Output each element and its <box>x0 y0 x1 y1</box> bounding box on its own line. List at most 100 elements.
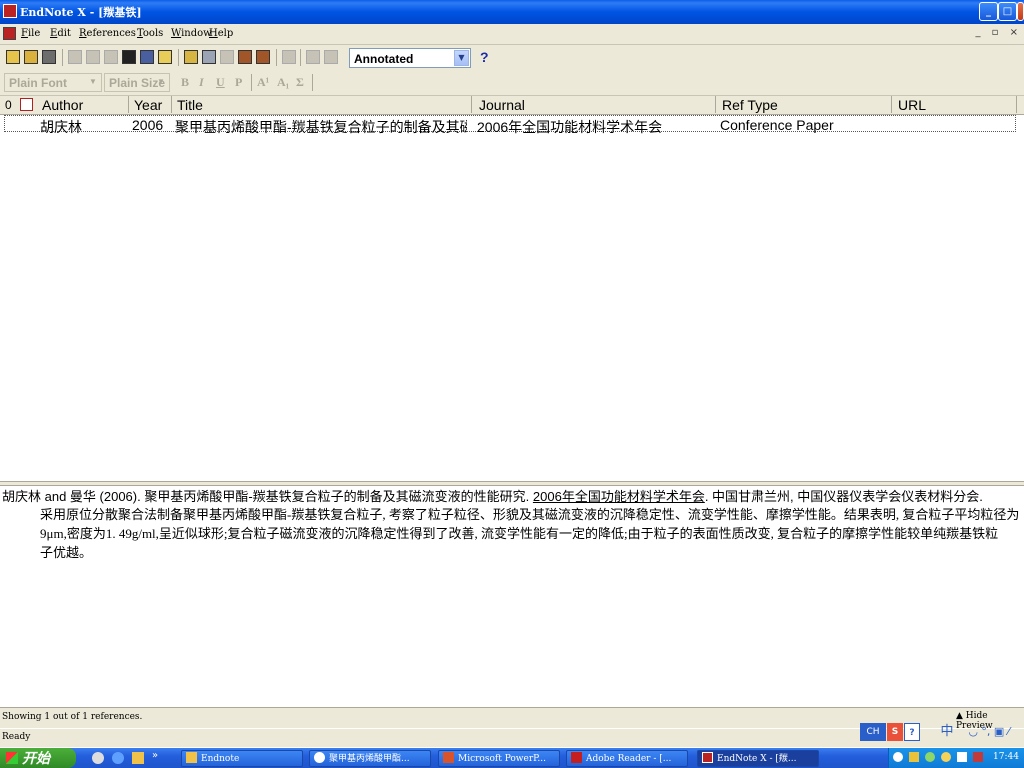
abstract-line-2: 9μm,密度为1. 49g/ml,呈近似球形;复合粒子磁流变液的沉降稳定性得到了… <box>40 526 999 541</box>
toolbar-separator <box>178 49 179 66</box>
endnote-app-icon[interactable] <box>3 4 17 18</box>
size-select[interactable]: Plain Size ▼ <box>104 73 170 92</box>
taskbar-item-powerpoint[interactable]: Microsoft PowerP... <box>438 750 560 767</box>
maximize-button[interactable]: □ <box>998 2 1017 21</box>
column-title[interactable]: Title <box>177 97 203 113</box>
toolbar-separator <box>300 49 301 66</box>
windows-logo-icon <box>6 752 18 764</box>
ime-toolbar[interactable]: CH S ? 中 ◡ °, ▣ ⁄ <box>860 720 1024 746</box>
word-insert-icon[interactable] <box>184 50 198 64</box>
find-icon[interactable] <box>122 50 136 64</box>
quicklaunch-desktop-icon[interactable] <box>92 752 104 764</box>
tray-network-icon[interactable] <box>909 752 919 762</box>
export-icon[interactable] <box>256 50 270 64</box>
status-ready-text: Ready <box>2 732 31 742</box>
start-button[interactable]: 开始 <box>0 748 76 768</box>
help-button[interactable]: ? <box>480 49 489 65</box>
connect-icon[interactable] <box>220 50 234 64</box>
menu-window[interactable]: Window <box>171 28 212 39</box>
paperclip-column-header[interactable]: 0 <box>5 98 12 112</box>
preview-citation[interactable]: 胡庆林 and 曼华 (2006). 聚甲基丙烯酸甲酯-羰基铁复合粒子的制备及其… <box>2 486 1022 505</box>
toolbar-separator <box>251 74 252 91</box>
menu-references[interactable]: References <box>79 28 136 39</box>
reference-list-header: 0 Author Year Title Journal Ref Type URL <box>0 96 1024 115</box>
column-divider[interactable] <box>471 96 472 113</box>
column-url[interactable]: URL <box>898 97 926 113</box>
cell-title[interactable]: 聚甲基丙烯酸甲酯-羰基铁复合粒子的制备及其磁... <box>175 117 467 137</box>
cell-author[interactable]: 胡庆林 <box>40 117 126 137</box>
print-icon[interactable] <box>42 50 56 64</box>
ime-logo-icon[interactable]: S <box>887 723 903 741</box>
font-select[interactable]: Plain Font ▼ <box>4 73 102 92</box>
column-author[interactable]: Author <box>42 97 83 113</box>
sort-icon[interactable] <box>140 50 154 64</box>
taskbar-item-endnote[interactable]: EndNote X - [羰... <box>697 750 819 767</box>
column-divider[interactable] <box>715 96 716 113</box>
tray-volume-icon[interactable] <box>957 752 967 762</box>
column-divider[interactable] <box>171 96 172 113</box>
copy-icon[interactable] <box>86 50 100 64</box>
output-style-select[interactable]: Annotated ▼ <box>349 48 471 68</box>
ime-help-button[interactable]: ? <box>904 723 920 741</box>
paste-icon[interactable] <box>104 50 118 64</box>
open-library-icon[interactable] <box>24 50 38 64</box>
minimize-button[interactable]: _ <box>979 2 998 21</box>
column-divider[interactable] <box>128 96 129 113</box>
column-divider[interactable] <box>891 96 892 113</box>
citation-prefix: 胡庆林 and 曼华 (2006). 聚甲基丙烯酸甲酯-羰基铁复合粒子的制备及其… <box>2 489 530 504</box>
tray-arrow-icon[interactable] <box>893 752 903 762</box>
new-library-icon[interactable] <box>6 50 20 64</box>
column-ref-type[interactable]: Ref Type <box>722 97 778 113</box>
quicklaunch-more-icon[interactable]: » <box>152 750 158 761</box>
symbol-button[interactable]: Σ <box>296 75 304 90</box>
menu-help[interactable]: Help <box>209 28 233 39</box>
tray-security-icon[interactable] <box>941 752 951 762</box>
title-bar[interactable]: EndNote X - [羰基铁] _ □ <box>0 0 1024 24</box>
chevron-down-icon[interactable]: ▼ <box>454 50 469 66</box>
toolbar-separator <box>312 74 313 91</box>
tray-antivirus-icon[interactable] <box>973 752 983 762</box>
quicklaunch-ie-icon[interactable] <box>112 752 124 764</box>
plain-button[interactable]: P <box>235 75 242 90</box>
chevron-down-icon[interactable]: ▼ <box>154 75 168 90</box>
show-preview-icon[interactable] <box>306 50 320 64</box>
cell-journal[interactable]: 2006年全国功能材料学术年会 <box>477 117 713 137</box>
task-label: Endnote <box>201 754 240 764</box>
taskbar-item-adobe-reader[interactable]: Adobe Reader - [... <box>566 750 688 767</box>
cut-icon[interactable] <box>68 50 82 64</box>
menu-tools[interactable]: Tools <box>137 28 163 39</box>
import-icon[interactable] <box>238 50 252 64</box>
pdf-icon[interactable] <box>20 98 33 111</box>
quicklaunch-media-icon[interactable] <box>132 752 144 764</box>
online-search-icon[interactable] <box>202 50 216 64</box>
clock[interactable]: 17:44 <box>993 752 1019 762</box>
column-year[interactable]: Year <box>134 97 162 113</box>
format-bibliography-icon[interactable] <box>158 50 172 64</box>
ime-chinese-mode[interactable]: 中 <box>938 723 956 741</box>
subscript-button[interactable]: A₁ <box>277 75 289 90</box>
taskbar-item-endnote-folder[interactable]: Endnote <box>181 750 303 767</box>
citation-journal: 2006年全国功能材料学术年会 <box>532 489 705 504</box>
ime-language-button[interactable]: CH <box>860 723 886 741</box>
tray-app-icon[interactable] <box>925 752 935 762</box>
menu-edit[interactable]: Edit <box>50 28 71 39</box>
cell-year[interactable]: 2006 <box>132 117 170 133</box>
document-icon[interactable] <box>3 27 16 40</box>
taskbar-item-document[interactable]: 聚甲基丙烯酸甲酯... <box>309 750 431 767</box>
superscript-button[interactable]: A¹ <box>257 75 269 90</box>
powerpoint-icon <box>443 752 454 763</box>
bold-button[interactable]: B <box>181 75 189 90</box>
column-journal[interactable]: Journal <box>479 97 525 113</box>
italic-button[interactable]: I <box>199 75 204 90</box>
column-divider[interactable] <box>1016 96 1017 113</box>
hide-preview-icon[interactable] <box>324 50 338 64</box>
spell-check-icon[interactable] <box>282 50 296 64</box>
ime-options-icons[interactable]: ◡ °, ▣ ⁄ <box>958 723 1020 741</box>
chevron-down-icon[interactable]: ▼ <box>86 75 100 90</box>
close-button[interactable] <box>1017 2 1024 21</box>
menu-file[interactable]: File <box>21 28 40 39</box>
cell-ref-type[interactable]: Conference Paper <box>720 117 888 133</box>
mdi-window-controls[interactable]: _ ▫ × <box>975 27 1022 38</box>
underline-button[interactable]: U <box>216 75 225 90</box>
citation-suffix: . 中国甘肃兰州, 中国仪器仪表学会仪表材料分会. <box>704 489 983 504</box>
